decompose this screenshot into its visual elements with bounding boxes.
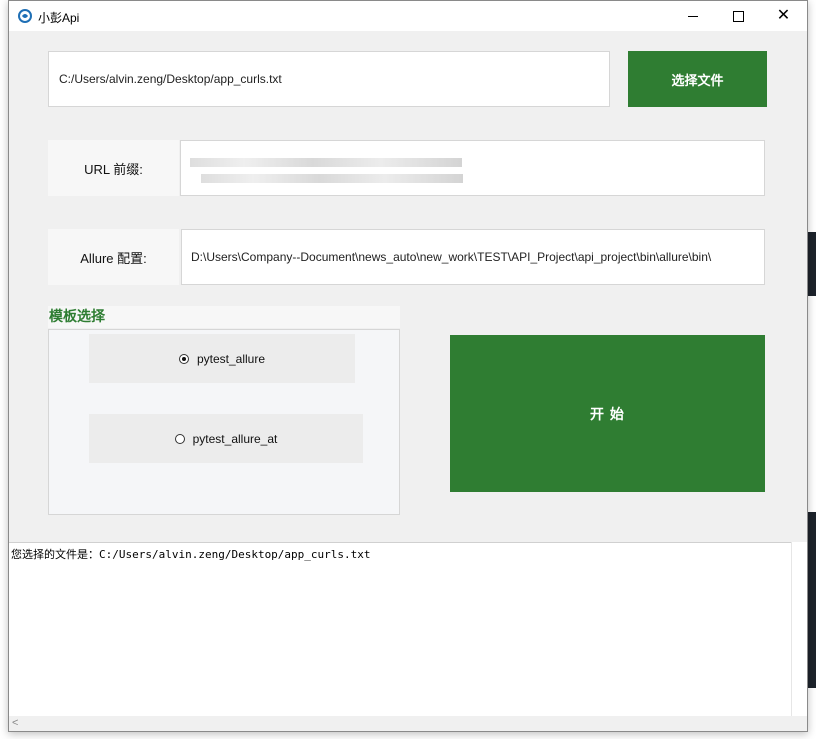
app-window: 小彭Api ✕ C:/Users/alvin.zeng/Desktop/app_… — [8, 0, 808, 732]
radio-unchecked-icon[interactable] — [174, 433, 185, 444]
vertical-scrollbar[interactable] — [791, 542, 807, 716]
url-prefix-input[interactable] — [180, 140, 765, 196]
output-log[interactable]: 您选择的文件是：C:/Users/alvin.zeng/Desktop/app_… — [9, 542, 791, 716]
title-bar: 小彭Api ✕ — [9, 1, 807, 31]
radio-option-pytest-allure[interactable]: pytest_allure — [89, 334, 355, 383]
radio-checked-icon[interactable] — [178, 353, 189, 364]
select-file-button[interactable]: 选择文件 — [628, 51, 767, 107]
background-image — [808, 512, 816, 688]
background-image — [808, 232, 816, 296]
app-logo-icon — [18, 9, 32, 23]
url-prefix-label: URL 前缀: — [48, 140, 179, 196]
allure-config-input[interactable]: D:\Users\Company--Document\news_auto\new… — [181, 229, 765, 285]
window-title: 小彭Api — [38, 11, 80, 25]
minimize-icon — [687, 15, 698, 17]
file-path-field[interactable]: C:/Users/alvin.zeng/Desktop/app_curls.tx… — [48, 51, 610, 107]
radio-option-label: pytest_allure_at — [192, 431, 278, 446]
template-section-title: 模板选择 — [48, 306, 400, 328]
start-button[interactable]: 开 始 — [450, 335, 765, 492]
maximize-button[interactable] — [716, 1, 761, 31]
horizontal-scrollbar[interactable]: < — [9, 716, 791, 731]
redacted-text — [190, 158, 462, 167]
minimize-button[interactable] — [670, 1, 715, 31]
template-group-box: pytest_allure pytest_allure_at — [48, 329, 400, 515]
close-icon: ✕ — [776, 7, 791, 24]
close-button[interactable]: ✕ — [761, 1, 806, 31]
scroll-left-arrow-icon[interactable]: < — [12, 717, 18, 729]
radio-option-pytest-allure-at[interactable]: pytest_allure_at — [89, 414, 363, 463]
radio-option-label: pytest_allure — [196, 351, 266, 366]
redacted-text — [201, 174, 463, 183]
allure-config-label: Allure 配置: — [48, 229, 179, 285]
maximize-icon — [733, 10, 744, 22]
